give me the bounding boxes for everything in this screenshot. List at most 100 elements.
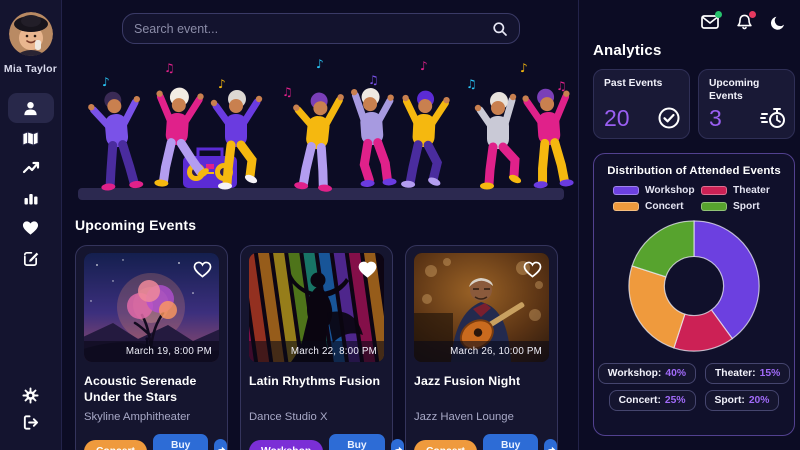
sidebar-item-compose[interactable] (8, 243, 54, 273)
buy-ticket-button[interactable]: Buy Ticket (482, 434, 539, 450)
event-actions: Concert Buy Ticket (414, 434, 558, 450)
analytics-panel: Analytics Past Events 20 Upcoming Events… (578, 0, 800, 450)
percentage-badges: Workshop: 40% Theater: 15% Concert: 25% … (594, 363, 794, 411)
svg-text:♫: ♫ (164, 61, 175, 75)
buy-ticket-button[interactable]: Buy Ticket (152, 434, 209, 450)
badge-theater: Theater: 15% (704, 363, 791, 384)
upcoming-events-card[interactable]: Upcoming Events 3 (698, 69, 795, 139)
legend-swatch (613, 202, 639, 211)
sidebar-item-map[interactable] (8, 123, 54, 153)
badge-label: Workshop: (607, 368, 662, 379)
legend-label: Sport (733, 201, 760, 212)
event-date: March 19, 8:00 PM (84, 341, 219, 362)
share-button[interactable] (390, 439, 404, 450)
event-date: March 22, 8:00 PM (249, 341, 384, 362)
category-pill[interactable]: Workshop (249, 439, 324, 450)
distribution-panel: Distribution of Attended Events Workshop… (593, 153, 795, 436)
svg-text:♫: ♫ (368, 73, 379, 87)
badge-concert: Concert: 25% (608, 390, 696, 411)
event-image-2: March 22, 8:00 PM (249, 253, 384, 362)
favorite-button[interactable] (356, 258, 378, 280)
theme-toggle[interactable] (769, 14, 787, 30)
upcoming-events-value: 3 (709, 105, 722, 131)
search-input[interactable] (134, 21, 492, 36)
badge-sport: Sport: 20% (704, 390, 780, 411)
svg-text:♪: ♪ (218, 77, 226, 91)
legend-label: Workshop (645, 185, 695, 196)
legend-swatch (613, 186, 639, 195)
sidebar-item-stats[interactable] (8, 183, 54, 213)
buy-ticket-button[interactable]: Buy Ticket (329, 434, 385, 450)
heart-icon (523, 261, 541, 278)
legend-swatch (701, 202, 727, 211)
analytics-title: Analytics (593, 42, 662, 59)
legend-item-sport: Sport (701, 201, 775, 212)
share-button[interactable] (214, 439, 228, 450)
sidebar-item-profile[interactable] (7, 93, 54, 123)
notifications-badge (749, 11, 756, 18)
share-button[interactable] (544, 439, 558, 450)
svg-text:♫: ♫ (466, 77, 477, 91)
share-icon (393, 446, 403, 450)
sidebar-item-logout[interactable] (8, 409, 54, 436)
sidebar-item-favorites[interactable] (8, 213, 54, 243)
trending-up-icon (22, 161, 39, 174)
sidebar-item-trending[interactable] (8, 153, 54, 183)
messages-badge (715, 11, 722, 18)
badge-value: 20% (748, 395, 770, 406)
event-title: Jazz Fusion Night (414, 374, 521, 388)
share-icon (547, 446, 557, 450)
legend-item-workshop: Workshop (613, 185, 695, 196)
badge-label: Theater: (714, 368, 756, 379)
map-icon (22, 130, 39, 146)
sidebar-item-settings[interactable] (8, 382, 54, 409)
app-root: Mia Taylor Search event... ♪ ♫ ♪ ♫ ♪ ♫ ♪… (0, 0, 800, 450)
badge-value: 40% (665, 368, 686, 379)
svg-text:♪: ♪ (316, 57, 324, 71)
messages-button[interactable] (701, 11, 722, 30)
sidebar-nav (7, 93, 54, 273)
search-icon[interactable] (492, 21, 508, 37)
badge-value: 15% (759, 368, 781, 379)
svg-text:♪: ♪ (420, 59, 428, 73)
bar-chart-icon (24, 194, 37, 205)
heart-icon (22, 221, 39, 235)
donut-slice-sport (631, 220, 695, 278)
event-actions: Workshop Buy Ticket (249, 434, 404, 450)
event-venue: Skyline Amphitheater (84, 411, 191, 424)
event-image-1: March 19, 8:00 PM (84, 253, 219, 362)
sidebar-bottom-nav (8, 382, 54, 436)
event-venue: Jazz Haven Lounge (414, 411, 514, 423)
event-title: Latin Rhythms Fusion (249, 374, 381, 388)
share-icon (218, 446, 227, 450)
event-card-3: March 26, 10:00 PM Jazz Fusion Night Jaz… (405, 245, 558, 450)
legend-label: Concert (645, 201, 684, 212)
event-date: March 26, 10:00 PM (414, 341, 549, 362)
favorite-button[interactable] (521, 258, 543, 280)
badge-label: Sport: (714, 395, 745, 406)
event-card-2: March 22, 8:00 PM Latin Rhythms Fusion D… (240, 245, 404, 450)
svg-text:♪: ♪ (520, 61, 528, 75)
heart-icon (193, 261, 211, 278)
svg-text:♫: ♫ (282, 85, 293, 99)
event-image-3: March 26, 10:00 PM (414, 253, 549, 362)
avatar[interactable] (8, 12, 53, 56)
check-circle-icon (658, 107, 680, 129)
gear-icon (22, 387, 39, 404)
user-name: Mia Taylor (3, 63, 58, 75)
badge-label: Concert: (618, 395, 661, 406)
past-events-value: 20 (604, 105, 630, 131)
favorite-button[interactable] (191, 258, 213, 280)
event-cards: March 19, 8:00 PM Acoustic Serenade Unde… (75, 245, 558, 450)
category-pill[interactable]: Concert (84, 439, 147, 450)
donut-slice-concert (628, 265, 686, 349)
header-icons (593, 11, 795, 30)
category-pill[interactable]: Concert (414, 439, 477, 450)
avatar-image (8, 12, 53, 56)
main-content: ♪ ♫ ♪ ♫ ♪ ♫ ♪ ♫ ♪ ♫ (62, 0, 578, 450)
search-bar (122, 13, 520, 44)
notifications-button[interactable] (735, 11, 756, 30)
past-events-card[interactable]: Past Events 20 (593, 69, 690, 139)
donut-chart (594, 215, 794, 357)
badge-value: 25% (664, 395, 686, 406)
